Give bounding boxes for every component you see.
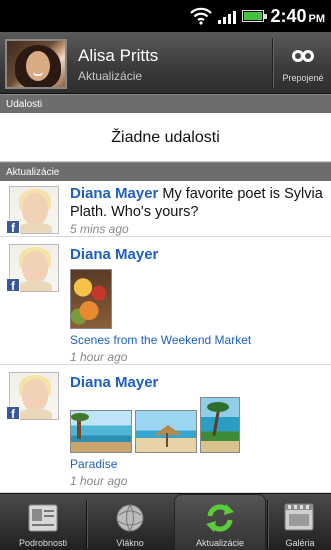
bottom-tab-bar: Podrobnosti Vlákno Aktualizácie Galéria (0, 493, 331, 550)
album-photo[interactable] (135, 410, 197, 453)
timestamp: 1 hour ago (70, 350, 128, 364)
tab-label: Podrobnosti (18, 538, 68, 548)
updates-section-header: Aktualizácie (0, 162, 331, 181)
facebook-icon: f (6, 406, 20, 421)
facebook-icon: f (6, 220, 20, 235)
list-item[interactable]: f Diana Mayer Paradise 1 hour ago (0, 366, 331, 493)
tab-separator (267, 500, 268, 548)
timestamp: 5 mins ago (70, 222, 129, 236)
user-name[interactable]: Diana Mayer (70, 374, 158, 391)
linked-button-label: Prepojené (282, 73, 324, 83)
contact-name: Alisa Pritts (78, 46, 159, 65)
user-name[interactable]: Diana Mayer (70, 246, 158, 263)
events-section-header: Udalosti (0, 94, 331, 113)
list-item[interactable]: f Diana Mayer My favorite poet is Sylvia… (0, 181, 331, 237)
album-photo[interactable] (70, 269, 112, 329)
header-divider (272, 38, 273, 88)
battery-icon (242, 10, 268, 22)
list-item[interactable]: f Diana Mayer Scenes from the Weekend Ma… (0, 238, 331, 365)
signal-icon (218, 8, 237, 24)
tab-thread[interactable]: Vlákno (88, 494, 172, 550)
album-link[interactable]: Scenes from the Weekend Market (70, 333, 251, 347)
gallery-icon (284, 503, 314, 531)
tab-gallery[interactable]: Galéria (269, 494, 331, 550)
events-empty-message: Žiadne udalosti (0, 113, 331, 162)
album-photo[interactable] (200, 397, 240, 453)
facebook-icon: f (6, 278, 20, 293)
link-icon (292, 50, 314, 62)
tab-label: Vlákno (116, 538, 144, 548)
tab-label: Aktualizácie (195, 538, 245, 548)
album-photo[interactable] (70, 410, 132, 453)
user-name[interactable]: Diana Mayer (70, 185, 158, 202)
linked-button[interactable]: Prepojené (275, 32, 331, 94)
clock: 2:40 PM (270, 5, 325, 26)
refresh-icon (206, 504, 234, 532)
thread-icon (116, 504, 144, 532)
wifi-icon (190, 7, 213, 25)
status-bar: 2:40 PM (0, 0, 331, 32)
album-link[interactable]: Paradise (70, 457, 117, 471)
updates-list[interactable]: f Diana Mayer My favorite poet is Sylvia… (0, 181, 331, 493)
tab-updates[interactable]: Aktualizácie (174, 494, 266, 550)
contact-header: Alisa Pritts Aktualizácie Prepojené (0, 32, 331, 94)
avatar[interactable] (5, 39, 67, 89)
tab-label: Galéria (285, 538, 315, 548)
header-subtitle: Aktualizácie (78, 69, 143, 83)
tab-details[interactable]: Podrobnosti (0, 494, 86, 550)
timestamp: 1 hour ago (70, 474, 128, 488)
details-icon (28, 504, 58, 532)
tab-separator (86, 500, 87, 548)
